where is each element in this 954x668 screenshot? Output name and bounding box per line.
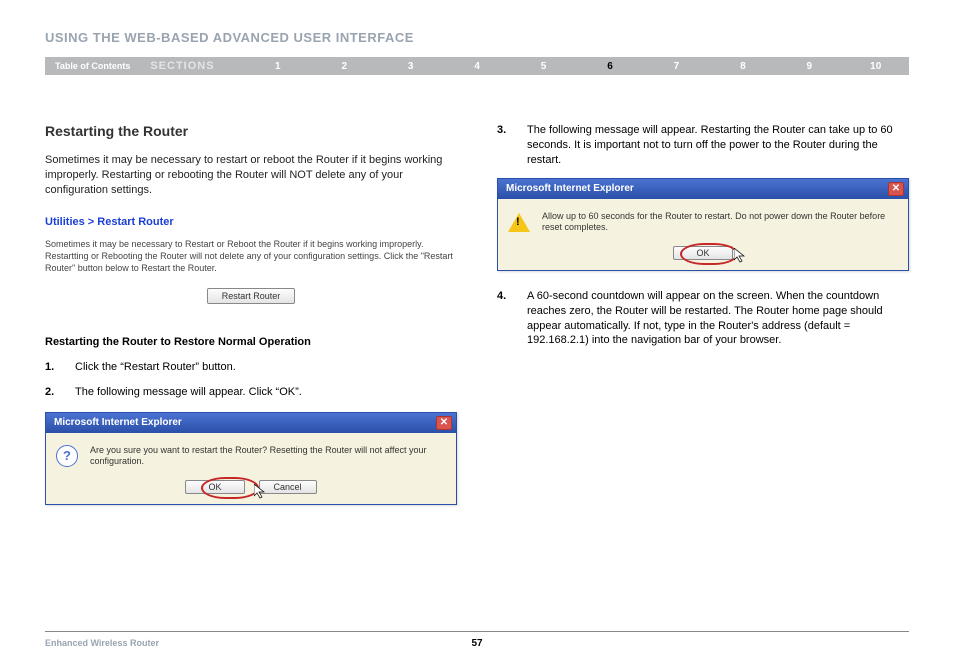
question-icon — [56, 445, 78, 467]
warning-icon — [508, 211, 530, 233]
restart-router-panel: Utilities > Restart Router Sometimes it … — [45, 212, 457, 314]
close-icon[interactable]: ✕ — [888, 182, 904, 196]
step-number: 4. — [497, 289, 511, 348]
close-icon[interactable]: ✕ — [436, 416, 452, 430]
dialog-title-text: Microsoft Internet Explorer — [506, 183, 634, 194]
nav-5[interactable]: 5 — [510, 61, 576, 72]
nav-1[interactable]: 1 — [245, 61, 311, 72]
nav-2[interactable]: 2 — [311, 61, 377, 72]
nav-6[interactable]: 6 — [577, 61, 643, 72]
product-name: Enhanced Wireless Router — [45, 638, 159, 648]
ok-button[interactable]: OK — [673, 246, 732, 260]
nav-4[interactable]: 4 — [444, 61, 510, 72]
confirm-dialog: Microsoft Internet Explorer ✕ Are you su… — [45, 412, 457, 505]
restart-description: Sometimes it may be necessary to Restart… — [45, 238, 457, 274]
info-dialog: Microsoft Internet Explorer ✕ Allow up t… — [497, 178, 909, 271]
step-number: 2. — [45, 385, 59, 400]
dialog-titlebar: Microsoft Internet Explorer ✕ — [498, 179, 908, 199]
step-number: 1. — [45, 360, 59, 375]
dialog-body: Are you sure you want to restart the Rou… — [46, 433, 456, 504]
section-title: Restarting the Router — [45, 123, 457, 139]
page-header: USING THE WEB-BASED ADVANCED USER INTERF… — [45, 30, 909, 45]
step-number: 3. — [497, 123, 511, 168]
dialog-titlebar: Microsoft Internet Explorer ✕ — [46, 413, 456, 433]
restart-router-button[interactable]: Restart Router — [207, 288, 296, 304]
nav-10[interactable]: 10 — [843, 61, 909, 72]
subheading: Restarting the Router to Restore Normal … — [45, 336, 457, 348]
ok-button[interactable]: OK — [185, 480, 244, 494]
toc-link[interactable]: Table of Contents — [45, 61, 140, 71]
content-area: Restarting the Router Sometimes it may b… — [45, 123, 909, 505]
dialog-title-text: Microsoft Internet Explorer — [54, 417, 182, 428]
sections-label: SECTIONS — [140, 60, 244, 72]
nav-8[interactable]: 8 — [710, 61, 776, 72]
nav-7[interactable]: 7 — [643, 61, 709, 72]
left-steps: 1. Click the “Restart Router” button. 2.… — [45, 360, 457, 400]
dialog-message: Are you sure you want to restart the Rou… — [90, 445, 446, 468]
breadcrumb: Utilities > Restart Router — [45, 216, 457, 228]
dialog-message: Allow up to 60 seconds for the Router to… — [542, 211, 898, 234]
right-steps-top: 3. The following message will appear. Re… — [497, 123, 909, 168]
page-number: 57 — [471, 638, 482, 649]
step-text: The following message will appear. Click… — [75, 385, 302, 400]
step-text: A 60-second countdown will appear on the… — [527, 289, 909, 348]
page-footer: Enhanced Wireless Router 57 — [45, 631, 909, 648]
nav-3[interactable]: 3 — [377, 61, 443, 72]
section-nav: Table of Contents SECTIONS 1 2 3 4 5 6 7… — [45, 57, 909, 75]
list-item: 3. The following message will appear. Re… — [497, 123, 909, 168]
right-steps-bottom: 4. A 60-second countdown will appear on … — [497, 289, 909, 348]
cursor-icon — [734, 248, 748, 267]
step-text: The following message will appear. Resta… — [527, 123, 909, 168]
list-item: 4. A 60-second countdown will appear on … — [497, 289, 909, 348]
list-item: 2. The following message will appear. Cl… — [45, 385, 457, 400]
dialog-body: Allow up to 60 seconds for the Router to… — [498, 199, 908, 270]
step-text: Click the “Restart Router” button. — [75, 360, 236, 375]
list-item: 1. Click the “Restart Router” button. — [45, 360, 457, 375]
right-column: 3. The following message will appear. Re… — [497, 123, 909, 505]
left-column: Restarting the Router Sometimes it may b… — [45, 123, 457, 505]
cursor-icon — [254, 484, 268, 503]
intro-paragraph: Sometimes it may be necessary to restart… — [45, 153, 457, 198]
nav-9[interactable]: 9 — [776, 61, 842, 72]
